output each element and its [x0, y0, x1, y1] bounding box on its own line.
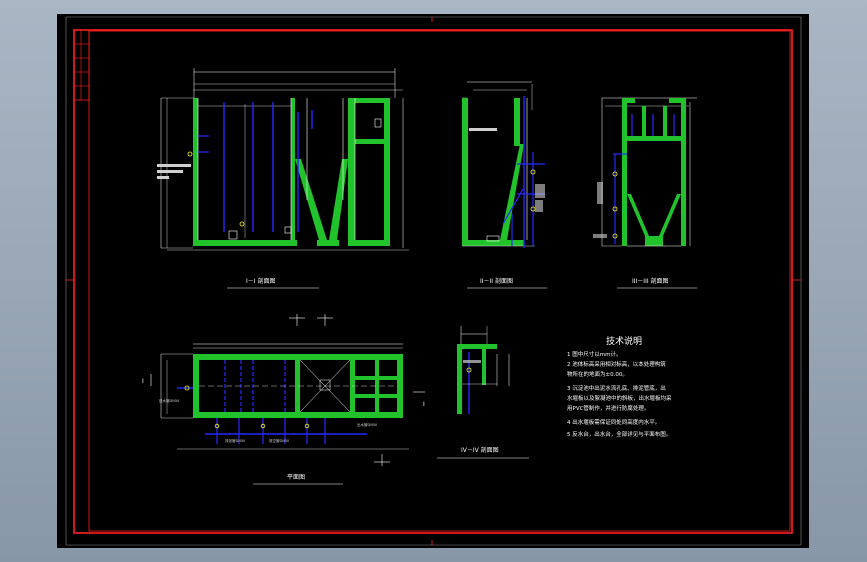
tech-note-line: 4 出水堰板需保证同处同高度内水平。 — [567, 418, 660, 426]
plan-label-inlet: 进水管DN50 — [159, 398, 179, 403]
tech-notes-title: 技术说明 — [606, 335, 642, 347]
tech-note-line: 用PVC管制作，并进行防腐处理。 — [567, 404, 649, 412]
section-3-title: III－III 剖面图 — [632, 277, 669, 285]
tech-note-line: 2 池体标高采用相对标高，以本处理构筑 — [567, 360, 666, 368]
tech-notes-lines: 1 图中尺寸以mm计。 2 池体标高采用相对标高，以本处理构筑 物所在的地面为±… — [567, 350, 672, 438]
section-4-title: IV－IV 剖面图 — [461, 446, 499, 454]
section-3-drawing — [593, 97, 697, 247]
plan-label-sludge: 排泥管DN50 — [225, 438, 245, 443]
tech-note-line: 1 图中尺寸以mm计。 — [567, 350, 621, 358]
section-4-drawing — [457, 326, 510, 414]
cad-viewport[interactable]: I－I 剖面图 II－II 剖面图 III－III 剖面图 I I 进水管DN5… — [57, 14, 809, 548]
section-2-drawing — [462, 81, 545, 248]
plan-label-outlet: 出水管DN50 — [357, 422, 377, 427]
tech-note-line: 水堰板以及絮凝池中的斜板，出水堰板均采 — [567, 394, 672, 402]
drawing-frame — [65, 16, 802, 546]
section-1-title: I－I 剖面图 — [246, 277, 275, 285]
title-block — [73, 29, 90, 101]
plan-view-title: 平面图 — [287, 474, 305, 481]
plan-cut-marker-right: I — [423, 401, 425, 408]
tech-note-line: 3 沉淀池中出泥水流孔底、排泥管底，出 — [567, 384, 666, 392]
tech-note-line: 物所在的地面为±0.00。 — [567, 370, 628, 378]
plan-label-drain: 放空管DN50 — [269, 438, 289, 443]
tech-note-line: 5 反水台，出水台，全部详见与平面布图。 — [567, 430, 671, 438]
cad-drawing: I－I 剖面图 II－II 剖面图 III－III 剖面图 I I 进水管DN5… — [65, 16, 802, 546]
section-2-title: II－II 剖面图 — [480, 277, 513, 285]
plan-view-drawing — [150, 314, 425, 466]
plan-cut-marker-left: I — [142, 378, 144, 385]
section-1-drawing — [157, 68, 409, 251]
